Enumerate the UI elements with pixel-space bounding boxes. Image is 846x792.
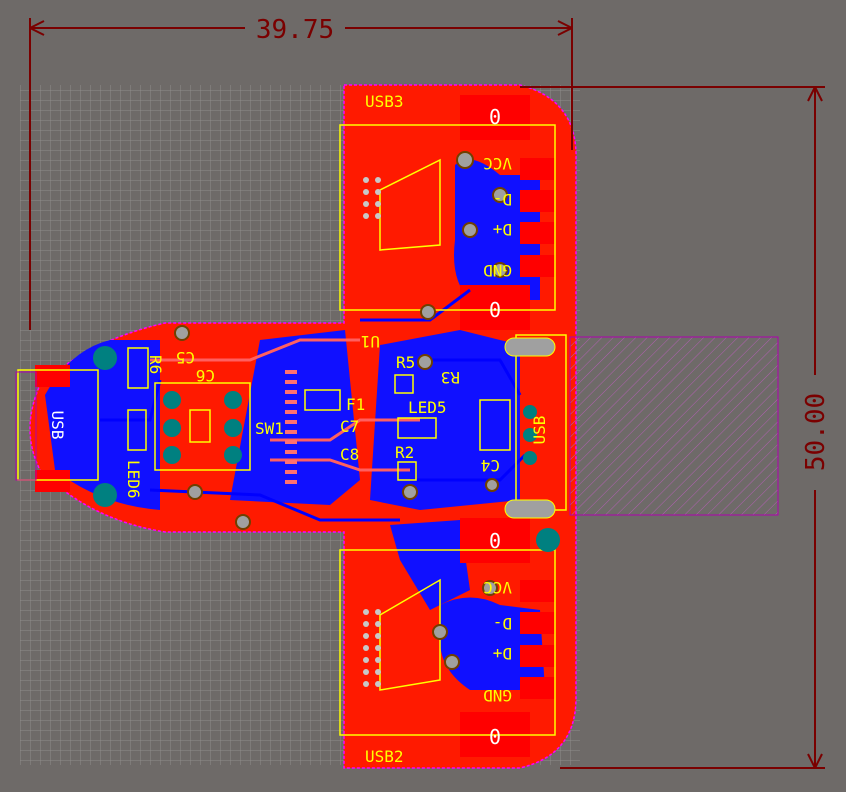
pin-gnd-top: GND: [483, 261, 512, 280]
ref-sw1: SW1: [255, 419, 284, 438]
ref-u1: U1: [361, 332, 380, 351]
ref-c7: C7: [340, 417, 359, 436]
pin-dplus-bottom: D+: [493, 644, 512, 663]
pad-label: 0: [489, 725, 501, 749]
ref-r3: R3: [441, 368, 460, 387]
ref-r6: R6: [146, 355, 165, 374]
ref-c6: C6: [196, 366, 215, 385]
pin-dminus-bottom: D-: [493, 614, 512, 633]
pin-dminus-top: D-: [493, 190, 512, 209]
pin-vcc-bottom: VCC: [483, 578, 512, 597]
ref-led5: LED5: [408, 398, 447, 417]
ref-led6: LED6: [124, 460, 143, 499]
ref-f1: F1: [346, 395, 365, 414]
usb3-label: USB3: [365, 92, 404, 111]
ref-c8: C8: [340, 445, 359, 464]
pad-label: 0: [489, 298, 501, 322]
usb2-label: USB2: [365, 747, 404, 766]
pin-dplus-top: D+: [493, 220, 512, 239]
pcb-layout-canvas[interactable]: 39.75 50.00 0 0 0 0 USB3 USB2 USB USB VC…: [0, 0, 846, 788]
dimension-height-label: 50.00: [801, 393, 831, 471]
pcb-drawing: 39.75 50.00 0 0 0 0 USB3 USB2 USB USB VC…: [15, 15, 831, 769]
usb-connector-keepout: [569, 336, 779, 516]
ref-c4: C4: [481, 456, 500, 475]
usb-label: USB: [530, 416, 549, 445]
ref-r5: R5: [396, 353, 415, 372]
dimension-width-label: 39.75: [256, 15, 334, 45]
ref-c5: C5: [176, 348, 195, 367]
ref-r2: R2: [395, 443, 414, 462]
pad-label: 0: [489, 529, 501, 553]
pad-label: 0: [489, 105, 501, 129]
pin-gnd-bottom: GND: [483, 686, 512, 705]
pin-vcc-top: VCC: [483, 154, 512, 173]
usb-left-label: USB: [48, 411, 67, 440]
